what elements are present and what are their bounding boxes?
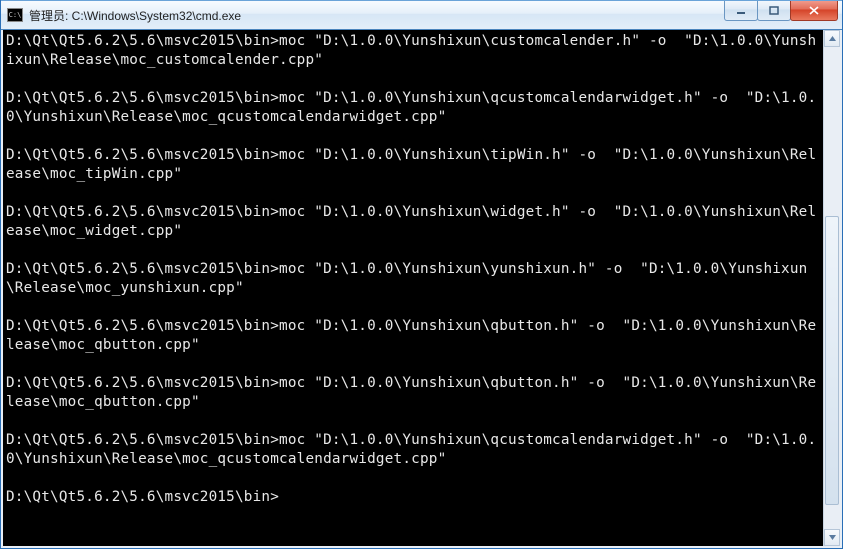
console-output[interactable]: D:\Qt\Qt5.6.2\5.6\msvc2015\bin>moc "D:\1… xyxy=(3,30,823,546)
close-icon xyxy=(809,6,820,16)
scroll-up-button[interactable] xyxy=(824,30,840,47)
vertical-scrollbar[interactable] xyxy=(823,30,840,546)
minimize-icon xyxy=(736,6,746,16)
window-title: 管理员: C:\Windows\System32\cmd.exe xyxy=(29,7,725,24)
maximize-button[interactable] xyxy=(757,1,791,21)
scroll-thumb[interactable] xyxy=(825,216,839,505)
text-cursor xyxy=(280,489,288,505)
close-button[interactable] xyxy=(790,1,838,21)
titlebar[interactable]: 管理员: C:\Windows\System32\cmd.exe xyxy=(1,0,842,30)
scroll-down-button[interactable] xyxy=(824,529,840,546)
cmd-icon xyxy=(7,8,23,22)
cmd-window: 管理员: C:\Windows\System32\cmd.exe D:\Qt\Q… xyxy=(0,0,843,549)
scroll-track[interactable] xyxy=(824,47,840,529)
maximize-icon xyxy=(769,6,779,16)
chevron-up-icon xyxy=(828,34,837,43)
console-client-area: D:\Qt\Qt5.6.2\5.6\msvc2015\bin>moc "D:\1… xyxy=(1,30,842,548)
chevron-down-icon xyxy=(828,533,837,542)
minimize-button[interactable] xyxy=(724,1,758,21)
window-buttons xyxy=(725,1,842,29)
